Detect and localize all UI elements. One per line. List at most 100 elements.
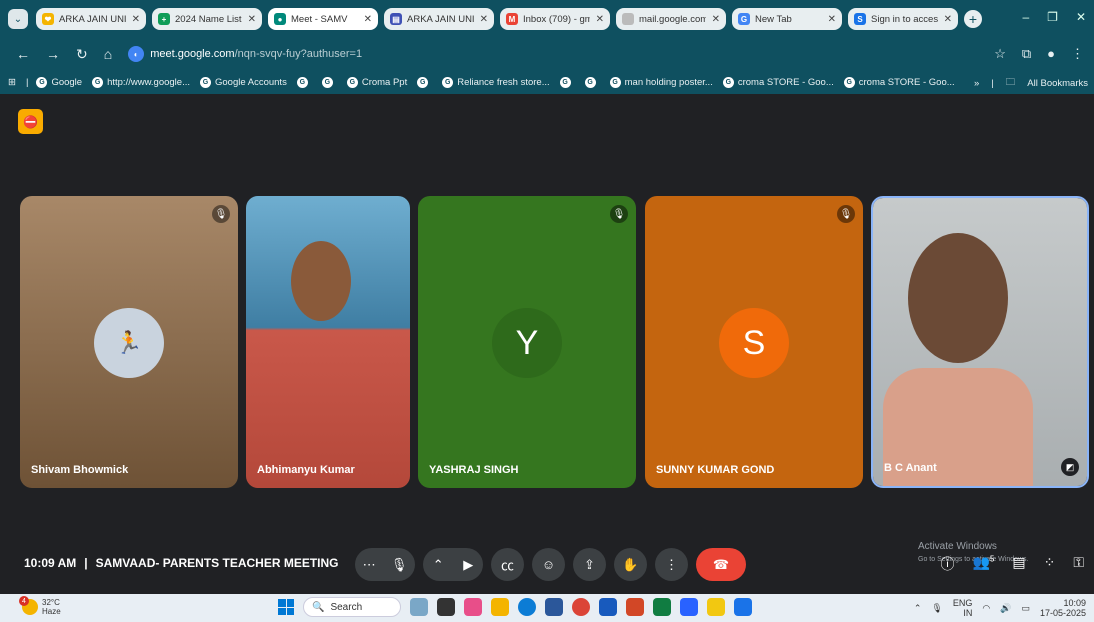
browser-tab[interactable]: +2024 Name List ✕: [152, 8, 262, 30]
bookmark-item[interactable]: G: [417, 76, 432, 88]
tab-close-icon[interactable]: ✕: [596, 14, 604, 25]
language-indicator[interactable]: ENG IN: [953, 598, 973, 618]
browser-tab[interactable]: ▤ ARKA JAIN UNIV ✕: [384, 8, 494, 30]
bookmark-item[interactable]: G: [559, 76, 575, 88]
weather-widget[interactable]: 4 32°C Haze: [19, 596, 61, 616]
bookmark-item[interactable]: G Google Accounts: [200, 76, 287, 88]
bookmark-item[interactable]: Gcroma STORE - Goo...: [843, 76, 955, 88]
battery-icon[interactable]: ▭: [1021, 603, 1030, 614]
bookmark-star-icon[interactable]: ☆: [994, 46, 1006, 62]
powerbi-icon[interactable]: [707, 598, 725, 616]
copilot-icon[interactable]: [464, 598, 482, 616]
browser-tab[interactable]: mail.google.com ✕: [616, 8, 726, 30]
microphone-tray-icon[interactable]: 🎙: [931, 603, 942, 614]
chrome-icon[interactable]: [572, 598, 590, 616]
browser-tab[interactable]: M Inbox (709) - gm ✕: [500, 8, 610, 30]
powerpoint-icon[interactable]: [626, 598, 644, 616]
bookmark-item[interactable]: G Google: [36, 76, 82, 88]
bookmark-item[interactable]: G: [584, 76, 600, 88]
camera-icon[interactable]: ▶: [463, 557, 473, 573]
widgets-app-icon[interactable]: [410, 598, 428, 616]
tab-close-icon[interactable]: ✕: [480, 14, 488, 25]
volume-icon[interactable]: 🔊: [1000, 603, 1011, 614]
tab-close-icon[interactable]: ✕: [944, 14, 952, 25]
leave-call-button[interactable]: ☎: [696, 548, 746, 581]
site-info-icon[interactable]: ◐: [128, 46, 145, 62]
bookmark-item[interactable]: G Croma Ppt: [346, 76, 407, 88]
tab-close-icon[interactable]: ✕: [248, 14, 256, 25]
bookmark-item[interactable]: Gcroma STORE - Goo...: [722, 76, 834, 88]
chat-icon[interactable]: ▤: [1012, 554, 1025, 574]
window-controls: – ❐ ✕: [1022, 10, 1086, 24]
microphone-icon[interactable]: 🎙: [391, 557, 408, 573]
clock[interactable]: 10:09 17-05-2025: [1040, 598, 1086, 618]
taskbar-search[interactable]: 🔍 Search: [303, 597, 401, 617]
all-bookmarks-link[interactable]: All Bookmarks: [1027, 78, 1088, 89]
browser-tab[interactable]: S Sign in to access ✕: [848, 8, 958, 30]
forward-icon[interactable]: →: [46, 46, 60, 62]
extensions-icon[interactable]: ⧉: [1022, 46, 1031, 62]
host-controls-icon[interactable]: ⚿: [1073, 554, 1084, 574]
participant-tile-yashraj[interactable]: Y 🎙 YASHRAJ SINGH: [418, 196, 636, 488]
tab-strip: ⌄ ❤ ARKA JAIN UNIV ✕ +2024 Name List ✕ ● Meet …: [0, 0, 1094, 38]
profile-avatar[interactable]: ●: [1047, 46, 1055, 62]
minimize-icon[interactable]: –: [1022, 10, 1029, 24]
person-head: [908, 233, 1008, 363]
store-icon[interactable]: [545, 598, 563, 616]
wifi-icon[interactable]: ◠: [982, 603, 990, 614]
people-icon[interactable]: 👥5: [972, 554, 994, 574]
bookmark-item[interactable]: G: [321, 76, 337, 88]
chevron-up-icon[interactable]: ⌃: [914, 603, 922, 614]
tab-search-icon[interactable]: ⌄: [8, 9, 28, 29]
bookmark-label: man holding poster...: [624, 76, 713, 88]
more-bookmarks-icon[interactable]: »: [974, 78, 979, 89]
tab-close-icon[interactable]: ✕: [364, 14, 372, 25]
camera-off-icon[interactable]: ⛔: [18, 109, 43, 134]
browser-tab[interactable]: G New Tab ✕: [732, 8, 842, 30]
edge-browser-icon[interactable]: [518, 598, 536, 616]
back-icon[interactable]: ←: [16, 46, 30, 62]
raise-hand-button[interactable]: ✋: [614, 548, 647, 581]
start-button[interactable]: [278, 599, 294, 615]
participant-tile-bc-anant[interactable]: B C Anant ◩: [871, 196, 1089, 488]
participant-tile-shivam[interactable]: 🏃 🎙 Shivam Bhowmick: [20, 196, 238, 488]
captions-button[interactable]: ㏄: [491, 548, 524, 581]
excel-icon[interactable]: [653, 598, 671, 616]
bookmark-item[interactable]: G Reliance fresh store...: [442, 76, 550, 88]
word-icon[interactable]: [599, 598, 617, 616]
emoji-button[interactable]: ☺: [532, 548, 565, 581]
browser-tab[interactable]: ❤ ARKA JAIN UNIV ✕: [36, 8, 146, 30]
apps-grid-icon[interactable]: ⊞: [8, 77, 16, 88]
present-button[interactable]: ⇪: [573, 548, 606, 581]
participant-tile-abhimanyu[interactable]: Abhimanyu Kumar: [246, 196, 410, 488]
new-tab-button[interactable]: +: [964, 10, 982, 28]
more-options-button[interactable]: ⋮: [655, 548, 688, 581]
file-explorer-icon[interactable]: [491, 598, 509, 616]
participant-tile-sunny[interactable]: S 🎙 SUNNY KUMAR GOND: [645, 196, 863, 488]
pin-icon[interactable]: ◩: [1061, 458, 1079, 476]
weather-condition: Haze: [42, 607, 61, 616]
info-icon[interactable]: ⓘ: [940, 554, 954, 574]
more-audio-options-icon[interactable]: ⋯: [363, 557, 376, 573]
close-window-icon[interactable]: ✕: [1076, 10, 1086, 24]
bookmarks-divider-right: |: [991, 77, 994, 89]
skype-icon[interactable]: [734, 598, 752, 616]
browser-tab[interactable]: ● Meet - SAMV ✕: [268, 8, 378, 30]
temperature: 32°C: [42, 598, 60, 607]
menu-kebab-icon[interactable]: ⋮: [1071, 46, 1084, 62]
bookmark-item[interactable]: Gman holding poster...: [609, 76, 713, 88]
vscode-icon[interactable]: [680, 598, 698, 616]
activities-icon[interactable]: ⁘: [1044, 554, 1056, 574]
bookmark-item[interactable]: G: [296, 76, 312, 88]
task-view-icon[interactable]: [437, 598, 455, 616]
reload-icon[interactable]: ↻: [76, 46, 88, 63]
tab-close-icon[interactable]: ✕: [712, 14, 720, 25]
tab-close-icon[interactable]: ✕: [828, 14, 836, 25]
url-field[interactable]: ◐ meet.google.com /nqn-svqv-fuy?authuser…: [128, 46, 362, 62]
restore-icon[interactable]: ❐: [1047, 10, 1058, 24]
tab-close-icon[interactable]: ✕: [132, 14, 140, 25]
chevron-up-icon[interactable]: ⌃: [433, 557, 444, 573]
home-icon[interactable]: ⌂: [104, 46, 112, 62]
bookmark-item[interactable]: Ghttp://www.google...: [92, 76, 190, 88]
url-path: /nqn-svqv-fuy?authuser=1: [234, 48, 363, 60]
